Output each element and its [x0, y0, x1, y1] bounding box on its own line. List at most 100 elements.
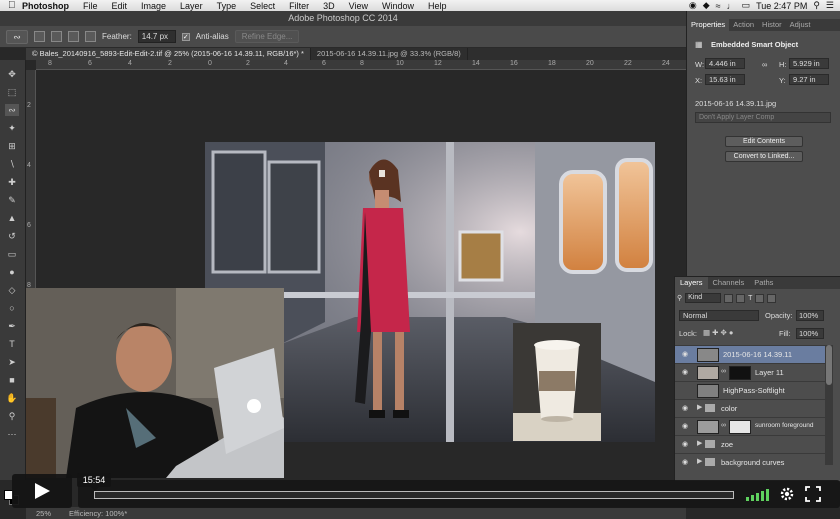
crop-tool-icon[interactable]: ⊞ [5, 140, 19, 152]
settings-gear-icon[interactable] [779, 486, 795, 502]
subtract-selection-icon[interactable] [68, 31, 79, 42]
scrollbar-thumb[interactable] [826, 345, 832, 385]
link-dimensions-icon[interactable]: ∞ [762, 60, 767, 69]
layer-comp-select[interactable]: Don't Apply Layer Comp [695, 112, 831, 123]
menu-3d[interactable]: 3D [323, 1, 335, 11]
quick-select-tool-icon[interactable]: ✦ [5, 122, 19, 134]
blend-mode-select[interactable]: Normal [679, 310, 759, 321]
fullscreen-icon[interactable] [805, 486, 821, 502]
more-tools-icon[interactable]: ⋯ [5, 428, 19, 440]
kind-filter-select[interactable]: Kind [685, 293, 722, 303]
visibility-eye-icon[interactable]: ◉ [680, 368, 690, 377]
width-field[interactable]: 4.446 in [705, 58, 745, 69]
pixel-filter-icon[interactable] [724, 293, 734, 303]
lasso-tool-preset-icon[interactable]: ∾ [6, 29, 28, 44]
opacity-field[interactable]: 100% [796, 310, 824, 321]
screen-record-icon[interactable]: ◉ [689, 0, 697, 11]
notification-icon[interactable]: ☰ [826, 0, 834, 11]
visibility-eye-icon[interactable]: ◉ [680, 386, 690, 395]
menu-app-name[interactable]: Photoshop [22, 1, 69, 11]
add-to-selection-icon[interactable] [51, 31, 62, 42]
lock-icons[interactable]: ▦ ✚ ✥ ● [703, 328, 733, 337]
path-selection-tool-icon[interactable]: ➤ [5, 356, 19, 368]
edit-contents-button[interactable]: Edit Contents [725, 136, 803, 147]
brush-tool-icon[interactable]: ✎ [5, 194, 19, 206]
menu-type[interactable]: Type [217, 1, 237, 11]
eraser-tool-icon[interactable]: ▭ [5, 248, 19, 260]
visibility-eye-icon[interactable]: ◉ [680, 422, 690, 431]
y-field[interactable]: 9.27 in [789, 74, 829, 85]
layer-row-highpass[interactable]: ◉ HighPass-Softlight [675, 381, 825, 399]
history-brush-tool-icon[interactable]: ↺ [5, 230, 19, 242]
search-icon[interactable]: ⚲ [813, 0, 820, 11]
layers-scrollbar[interactable] [825, 345, 833, 465]
menu-edit[interactable]: Edit [112, 1, 128, 11]
intersect-selection-icon[interactable] [85, 31, 96, 42]
layer-row-sunroom-foreground[interactable]: ◉ ∞ sunroom foreground [675, 417, 825, 435]
move-tool-icon[interactable]: ✥ [5, 68, 19, 80]
visibility-eye-icon[interactable]: ◉ [680, 404, 690, 413]
tab-paths[interactable]: Paths [749, 277, 778, 289]
efficiency-readout[interactable]: Efficiency: 100%* [69, 509, 127, 518]
dropbox-icon[interactable]: ◆ [703, 0, 710, 11]
tab-actions[interactable]: Action [729, 19, 758, 31]
eyedropper-tool-icon[interactable]: ∖ [5, 158, 19, 170]
apple-icon[interactable]:  [8, 0, 22, 11]
dodge-tool-icon[interactable]: ○ [5, 302, 19, 314]
menu-layer[interactable]: Layer [180, 1, 203, 11]
layer-row-smart-object[interactable]: ◉ 2015-06-16 14.39.11 [675, 345, 825, 363]
battery-icon[interactable]: ▭ [742, 0, 751, 11]
paint-bucket-tool-icon[interactable]: ● [5, 266, 19, 278]
fill-field[interactable]: 100% [796, 328, 824, 339]
new-selection-icon[interactable] [34, 31, 45, 42]
layer-row-layer-11[interactable]: ◉ ∞ Layer 11 [675, 363, 825, 381]
visibility-eye-icon[interactable]: ◉ [680, 350, 690, 359]
marquee-tool-icon[interactable]: ⬚ [5, 86, 19, 98]
zoom-tool-icon[interactable]: ⚲ [5, 410, 19, 422]
tab-main-document[interactable]: © Bales_20140916_5893-Edit-Edit-2.tif @ … [26, 48, 311, 60]
blur-tool-icon[interactable]: ◇ [5, 284, 19, 296]
wifi-icon[interactable]: ≈ [716, 1, 721, 11]
clone-stamp-tool-icon[interactable]: ▲ [5, 212, 19, 224]
menu-view[interactable]: View [349, 1, 368, 11]
convert-to-linked-button[interactable]: Convert to Linked... [725, 151, 803, 162]
volume-icon[interactable]: ♩ [727, 1, 736, 11]
type-tool-icon[interactable]: T [5, 338, 19, 350]
hand-tool-icon[interactable]: ✋ [5, 392, 19, 404]
layer-row-group-background-curves[interactable]: ◉ ▶ background curves [675, 453, 825, 471]
visibility-eye-icon[interactable]: ◉ [680, 440, 690, 449]
tab-adjustments[interactable]: Adjust [786, 19, 815, 31]
refine-edge-button[interactable]: Refine Edge... [234, 30, 300, 43]
expand-arrow-icon[interactable]: ▶ [697, 403, 702, 411]
adjustment-filter-icon[interactable] [736, 293, 746, 303]
tab-cup-document[interactable]: 2015-06-16 14.39.11.jpg @ 33.3% (RGB/8) [311, 48, 468, 60]
healing-brush-tool-icon[interactable]: ✚ [5, 176, 19, 188]
layer-row-group-color[interactable]: ◉ ▶ color [675, 399, 825, 417]
menu-help[interactable]: Help [428, 1, 447, 11]
smart-filter-icon[interactable] [767, 293, 777, 303]
layer-row-group-zoe[interactable]: ◉ ▶ zoe [675, 435, 825, 453]
clock[interactable]: Tue 2:47 PM [756, 1, 807, 11]
rectangle-tool-icon[interactable]: ■ [5, 374, 19, 386]
tab-channels[interactable]: Channels [708, 277, 750, 289]
play-button[interactable] [12, 474, 72, 508]
menu-file[interactable]: File [83, 1, 98, 11]
tab-layers[interactable]: Layers [675, 277, 708, 289]
expand-arrow-icon[interactable]: ▶ [697, 439, 702, 447]
menu-image[interactable]: Image [141, 1, 166, 11]
menu-filter[interactable]: Filter [289, 1, 309, 11]
x-field[interactable]: 15.63 in [705, 74, 745, 85]
lasso-tool-icon[interactable]: ∾ [5, 104, 19, 116]
height-field[interactable]: 5.929 in [789, 58, 829, 69]
coffee-cup-photo[interactable] [513, 323, 601, 441]
visibility-eye-icon[interactable]: ◉ [680, 458, 690, 467]
menu-select[interactable]: Select [250, 1, 275, 11]
shape-filter-icon[interactable] [755, 293, 765, 303]
menu-window[interactable]: Window [382, 1, 414, 11]
tab-history[interactable]: Histor [758, 19, 786, 31]
type-filter-icon[interactable]: T [748, 295, 752, 302]
anti-alias-checkbox[interactable]: ✓ [181, 32, 190, 41]
tab-properties[interactable]: Properties [687, 19, 730, 31]
pen-tool-icon[interactable]: ✒ [5, 320, 19, 332]
zoom-level[interactable]: 25% [36, 509, 51, 518]
